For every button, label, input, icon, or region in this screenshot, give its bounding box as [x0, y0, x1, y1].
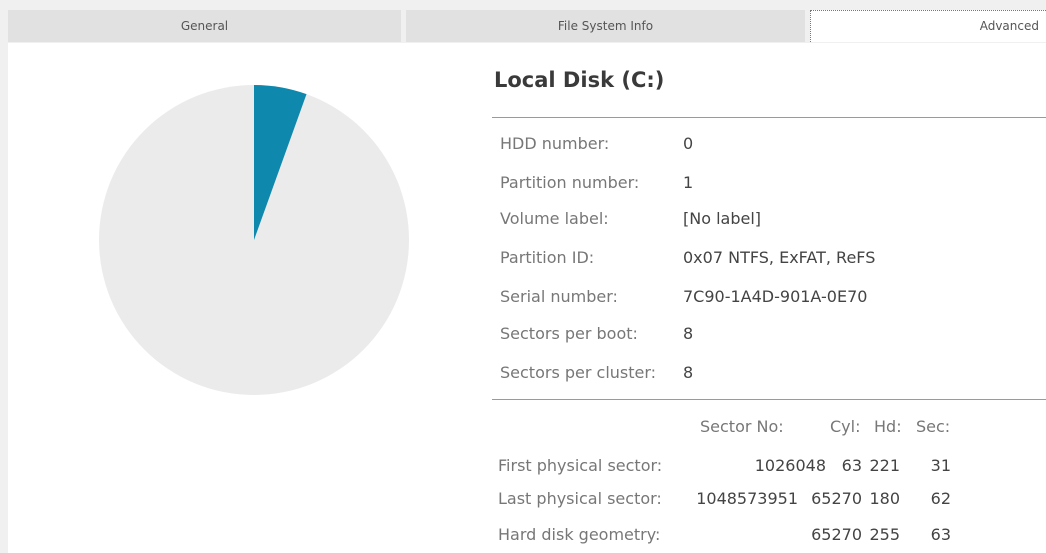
geometry-hd: 255 — [869, 525, 900, 544]
first-cyl: 63 — [841, 456, 862, 475]
info-label: Sectors per boot: — [500, 324, 638, 343]
info-value: 1 — [683, 173, 694, 192]
divider — [492, 117, 1046, 118]
divider — [492, 399, 1046, 400]
header-sec: Sec: — [916, 417, 951, 436]
tab-file-system-info[interactable]: File System Info — [406, 10, 805, 42]
info-label: Serial number: — [500, 287, 618, 306]
info-value: 0x07 NTFS, ExFAT, ReFS — [683, 248, 876, 267]
info-label: Partition number: — [500, 173, 640, 192]
last-sector-no: 1048573951 — [696, 489, 798, 508]
info-value: [No label] — [683, 209, 762, 228]
disk-title: Local Disk (C:) — [494, 68, 665, 92]
left-border — [0, 43, 8, 553]
info-value: 8 — [683, 324, 694, 343]
info-value: 8 — [683, 363, 694, 382]
tab-general[interactable]: General — [8, 10, 401, 42]
last-hd: 180 — [869, 489, 900, 508]
first-hd: 221 — [869, 456, 900, 475]
info-value: 7C90-1A4D-901A-0E70 — [683, 287, 868, 306]
info-label: HDD number: — [500, 134, 610, 153]
header-sector-no: Sector No: — [700, 417, 784, 436]
info-label: Partition ID: — [500, 248, 595, 267]
geometry-cyl: 65270 — [811, 525, 862, 544]
header-hd: Hd: — [874, 417, 902, 436]
first-sec: 31 — [930, 456, 951, 475]
first-sector-no: 1026048 — [754, 456, 826, 475]
last-cyl: 65270 — [811, 489, 862, 508]
disk-usage-pie — [99, 85, 409, 395]
last-sec: 62 — [930, 489, 951, 508]
row-label-hard-disk-geometry: Hard disk geometry: — [498, 525, 661, 544]
header-cyl: Cyl: — [830, 417, 861, 436]
tab-advanced[interactable]: Advanced — [810, 10, 1046, 42]
tab-bar: General File System Info Advanced — [0, 0, 1046, 43]
geometry-sec: 63 — [930, 525, 951, 544]
info-value: 0 — [683, 134, 694, 153]
row-label-last-physical-sector: Last physical sector: — [498, 489, 662, 508]
row-label-first-physical-sector: First physical sector: — [498, 456, 663, 475]
info-label: Volume label: — [500, 209, 609, 228]
info-label: Sectors per cluster: — [500, 363, 657, 382]
